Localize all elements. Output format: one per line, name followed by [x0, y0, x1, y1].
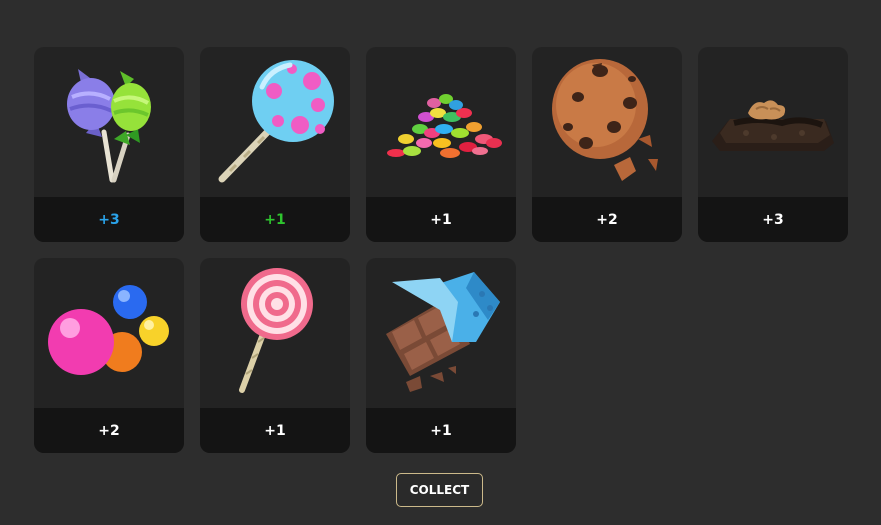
reward-card-blue-lollipop[interactable]: +1: [200, 47, 350, 242]
reward-count: +1: [366, 197, 516, 242]
reward-card-chocolate-bar[interactable]: +1: [366, 258, 516, 453]
wrapped-candy-lollipops-icon: [34, 47, 184, 197]
reward-card-brownie[interactable]: +3: [698, 47, 848, 242]
swirl-lollipop-icon: [200, 258, 350, 408]
collect-button[interactable]: COLLECT: [396, 473, 483, 507]
reward-card-swirl-lollipop[interactable]: +1: [200, 258, 350, 453]
reward-count: +1: [200, 197, 350, 242]
reward-count: +3: [34, 197, 184, 242]
reward-count: +2: [532, 197, 682, 242]
rewards-screen: +3 +1 +1 +2 +3 +2 +1 +1 COLLECT: [0, 0, 881, 525]
gumballs-icon: [34, 258, 184, 408]
reward-card-wrapped-candy[interactable]: +3: [34, 47, 184, 242]
jelly-beans-icon: [366, 47, 516, 197]
reward-count: +3: [698, 197, 848, 242]
reward-count: +2: [34, 408, 184, 453]
reward-card-gumballs[interactable]: +2: [34, 258, 184, 453]
cookie-icon: [532, 47, 682, 197]
reward-count: +1: [366, 408, 516, 453]
blue-lollipop-icon: [200, 47, 350, 197]
reward-card-jelly-beans[interactable]: +1: [366, 47, 516, 242]
reward-card-cookie[interactable]: +2: [532, 47, 682, 242]
chocolate-bar-icon: [366, 258, 516, 408]
reward-count: +1: [200, 408, 350, 453]
brownie-icon: [698, 47, 848, 197]
